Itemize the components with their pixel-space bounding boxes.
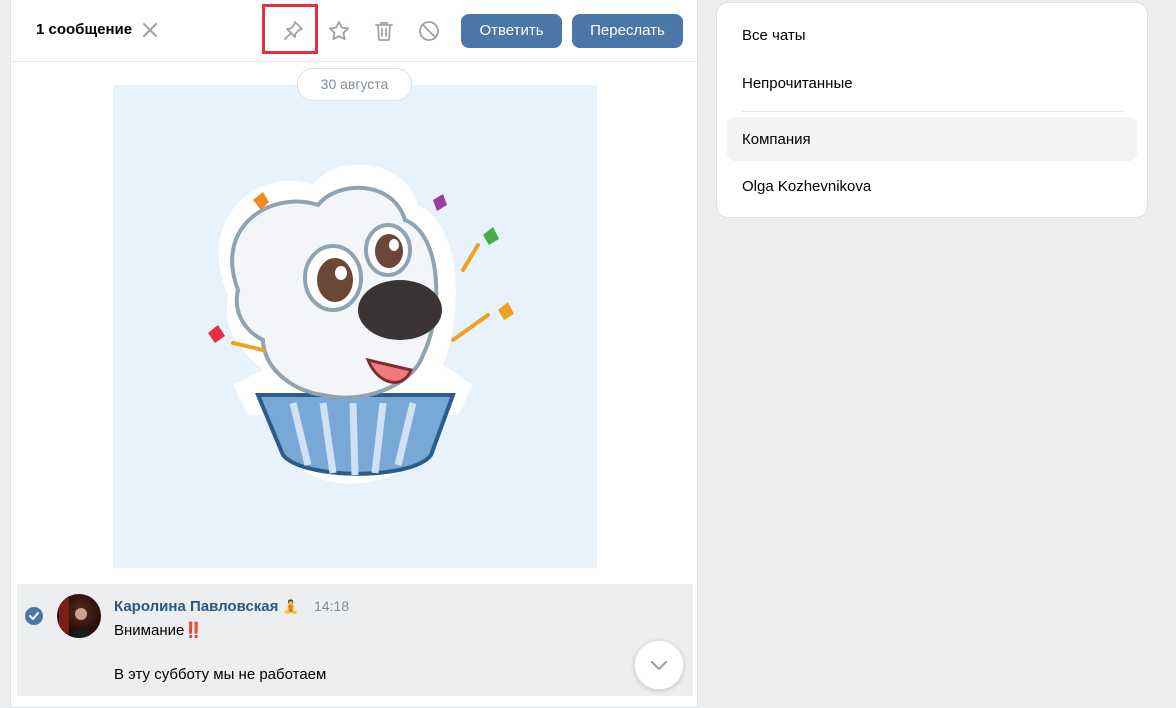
avatar[interactable] <box>57 594 101 638</box>
checkmark-icon[interactable] <box>25 607 43 625</box>
sidebar-divider <box>742 111 1123 112</box>
message-time: 14:18 <box>314 598 350 614</box>
forward-button[interactable]: Переслать <box>572 14 683 48</box>
reply-button[interactable]: Ответить <box>461 14 562 48</box>
sidebar-item-all-chats[interactable]: Все чаты <box>727 13 1137 57</box>
sidebar-item-olga-kozhevnikova[interactable]: Olga Kozhevnikova <box>727 164 1137 208</box>
block-icon[interactable] <box>417 19 441 43</box>
close-icon[interactable] <box>141 21 159 39</box>
sidebar-item-unread[interactable]: Непрочитанные <box>727 61 1137 105</box>
warning-emoji: ‼️ <box>184 622 204 639</box>
date-separator: 30 августа <box>297 68 412 101</box>
message-text-line1: Внимание‼️ <box>114 622 204 639</box>
selection-toolbar: 1 сообщение Ответить Переслать <box>11 0 697 62</box>
message-text-line2: В эту субботу мы не работаем <box>114 666 327 683</box>
trash-icon[interactable] <box>372 19 396 43</box>
selected-message-row[interactable]: Каролина Павловская 🧘 14:18 Внимание‼️ В… <box>17 584 693 696</box>
chat-filter-panel: Все чаты Непрочитанные Компания Olga Koz… <box>716 2 1148 218</box>
star-icon[interactable] <box>327 19 351 43</box>
sidebar-item-company[interactable]: Компания <box>727 117 1137 161</box>
selected-count: 1 сообщение <box>36 21 133 38</box>
dog-sticker-image <box>208 164 514 484</box>
chat-panel: 1 сообщение Ответить Переслать 30 август… <box>10 0 698 708</box>
scroll-down-button[interactable] <box>634 640 684 690</box>
sticker-message[interactable] <box>113 85 597 568</box>
pin-icon[interactable] <box>281 19 305 43</box>
author-emoji: 🧘 <box>282 599 299 614</box>
chevron-down-icon <box>650 660 668 671</box>
message-author[interactable]: Каролина Павловская 🧘 <box>114 598 299 615</box>
